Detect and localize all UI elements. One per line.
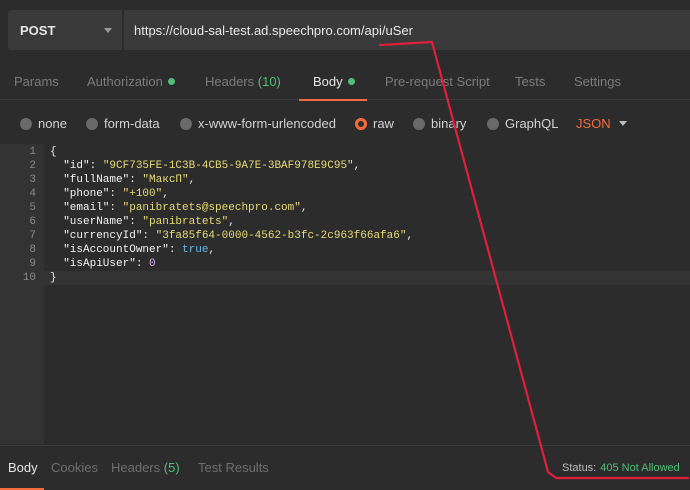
tab-headers-label: Headers bbox=[205, 74, 255, 89]
status-value: 405 Not Allowed bbox=[600, 462, 680, 474]
mode-urlencoded-label[interactable]: x-www-form-urlencoded bbox=[198, 112, 336, 136]
line-number: 3 bbox=[29, 174, 36, 186]
tab-headers[interactable]: Headers (10) bbox=[205, 62, 281, 100]
line-number: 5 bbox=[29, 202, 36, 214]
mode-none-label[interactable]: none bbox=[38, 112, 67, 136]
mode-form-data-label[interactable]: form-data bbox=[104, 112, 160, 136]
response-tab-body[interactable]: Body bbox=[0, 446, 44, 490]
tab-params[interactable]: Params bbox=[14, 62, 59, 100]
response-tab-headers-label: Headers bbox=[111, 460, 161, 475]
tab-body-label: Body bbox=[313, 74, 343, 89]
radio-none[interactable] bbox=[20, 118, 32, 130]
line-number: 8 bbox=[29, 244, 36, 256]
line-number: 9 bbox=[29, 258, 36, 270]
code-line: "fullName": "МаксП", bbox=[63, 174, 196, 186]
status-label: Status: bbox=[562, 462, 597, 474]
status-dot-icon bbox=[347, 78, 355, 85]
status-dot-icon bbox=[167, 78, 175, 85]
url-text: https://cloud-sal-test.ad.speechpro.com/… bbox=[134, 22, 413, 38]
format-select[interactable]: JSON bbox=[576, 112, 611, 136]
request-url-bar: POST https://cloud-sal-test.ad.speechpro… bbox=[8, 10, 690, 50]
code-line: { bbox=[50, 146, 57, 158]
tab-prerequest-label: Pre-request Script bbox=[385, 74, 490, 89]
tab-tests[interactable]: Tests bbox=[515, 62, 545, 100]
chevron-down-icon[interactable] bbox=[619, 121, 627, 126]
response-tab-cookies[interactable]: Cookies bbox=[51, 446, 98, 490]
response-tab-test-results-label: Test Results bbox=[198, 460, 269, 475]
code-line: "isApiUser": 0 bbox=[63, 258, 156, 270]
response-tab-headers[interactable]: Headers (5) bbox=[111, 446, 180, 490]
response-tab-cookies-label: Cookies bbox=[51, 460, 98, 475]
code-line: "currencyId": "3fa85f64-0000-4562-b3fc-2… bbox=[63, 230, 414, 242]
response-tab-test-results[interactable]: Test Results bbox=[198, 446, 269, 490]
response-tab-body-label: Body bbox=[8, 460, 38, 475]
mode-raw-label[interactable]: raw bbox=[373, 112, 394, 136]
tab-prerequest-script[interactable]: Pre-request Script bbox=[385, 62, 490, 100]
code-line: "userName": "panibratets", bbox=[63, 216, 235, 228]
code-line: } bbox=[50, 272, 57, 284]
line-number: 10 bbox=[22, 272, 36, 284]
tab-headers-count: (10) bbox=[257, 74, 281, 89]
chevron-down-icon bbox=[104, 27, 112, 33]
line-number: 6 bbox=[29, 216, 36, 228]
tab-authorization[interactable]: Authorization bbox=[87, 62, 175, 100]
response-headers-count: (5) bbox=[163, 460, 180, 475]
response-status: Status: 405 Not Allowed bbox=[562, 446, 680, 490]
mode-graphql-label[interactable]: GraphQL bbox=[505, 112, 558, 136]
code-line: "id": "9CF735FE-1C3B-4CB5-9A7E-3BAF978E9… bbox=[63, 160, 361, 172]
radio-graphql[interactable] bbox=[487, 118, 499, 130]
code-line: "phone": "+100", bbox=[63, 188, 169, 200]
tab-authorization-label: Authorization bbox=[87, 74, 163, 89]
url-input[interactable]: https://cloud-sal-test.ad.speechpro.com/… bbox=[124, 10, 690, 50]
method-select[interactable]: POST bbox=[8, 10, 122, 50]
tab-body[interactable]: Body bbox=[299, 62, 367, 101]
radio-urlencoded[interactable] bbox=[180, 118, 192, 130]
code-line: "isAccountOwner": true, bbox=[63, 244, 216, 256]
code-line: "email": "panibratets@speechpro.com", bbox=[63, 202, 308, 214]
line-number: 4 bbox=[29, 188, 36, 200]
line-number: 1 bbox=[29, 146, 36, 158]
postman-window: POST https://cloud-sal-test.ad.speechpro… bbox=[0, 0, 690, 490]
current-line-highlight bbox=[0, 271, 690, 285]
request-tabs: Params Authorization Headers (10) Body P… bbox=[0, 62, 690, 101]
line-number: 7 bbox=[29, 230, 36, 242]
line-number: 2 bbox=[29, 160, 36, 172]
method-label: POST bbox=[20, 22, 56, 38]
tab-settings[interactable]: Settings bbox=[574, 62, 621, 100]
radio-form-data[interactable] bbox=[86, 118, 98, 130]
mode-binary-label[interactable]: binary bbox=[431, 112, 466, 136]
radio-binary[interactable] bbox=[413, 118, 425, 130]
body-editor[interactable]: 1 2 3 4 5 6 7 8 9 10 { "id": "9CF735FE-1C3B-4CB5-… bbox=[0, 144, 690, 444]
tab-settings-label: Settings bbox=[574, 74, 621, 89]
radio-raw[interactable] bbox=[355, 118, 367, 130]
tab-tests-label: Tests bbox=[515, 74, 546, 89]
response-bar: Body Cookies Headers (5) Test Results St… bbox=[0, 445, 690, 490]
tab-params-label: Params bbox=[14, 74, 59, 89]
